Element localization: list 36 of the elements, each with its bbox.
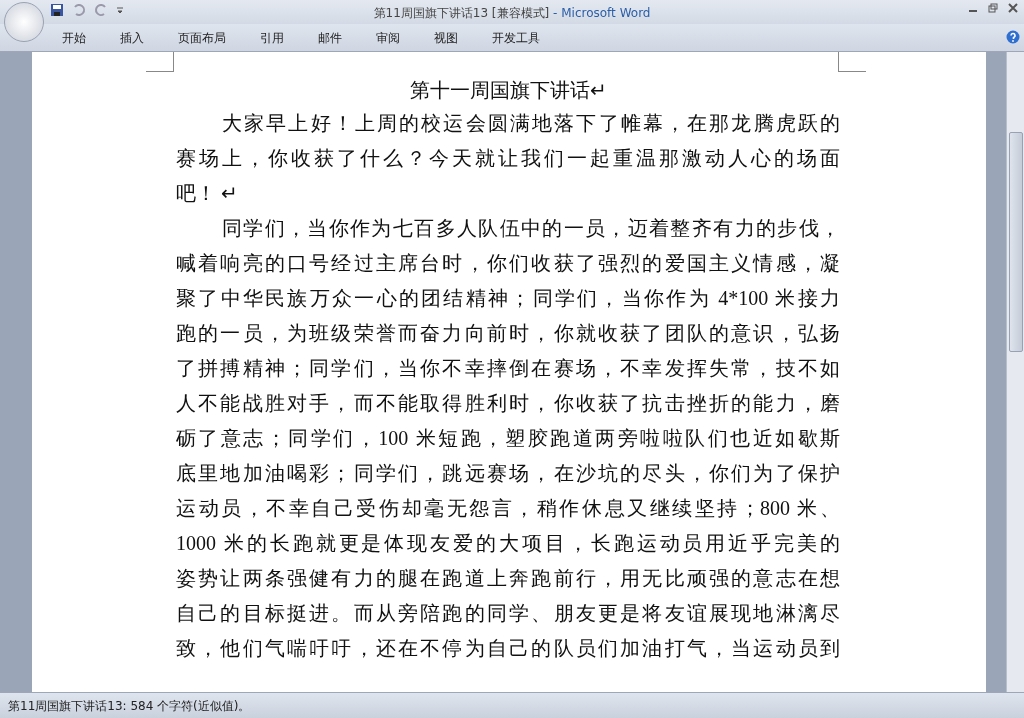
margin-mark xyxy=(146,52,174,72)
text-line: 人不能战胜对手，而不能取得胜利时，你收获了抗击挫折的能力，磨 xyxy=(176,391,840,416)
window-title: 第11周国旗下讲话13 [兼容模式] xyxy=(373,6,550,20)
save-icon[interactable] xyxy=(50,3,64,17)
ribbon-tab[interactable]: 页面布局 xyxy=(164,28,240,47)
text-line: 同学们，当你作为七百多人队伍中的一员，迈着整齐有力的步伐， xyxy=(221,216,840,241)
ribbon-tab[interactable]: 插入 xyxy=(106,28,158,47)
text-line: 自己的目标挺进。而从旁陪跑的同学、朋友更是将友谊展现地淋漓尽 xyxy=(176,601,840,626)
ribbon-tab[interactable]: 引用 xyxy=(246,28,298,47)
ribbon-tab[interactable]: 审阅 xyxy=(362,28,414,47)
margin-mark xyxy=(838,52,866,72)
text-line: 运动员，不幸自己受伤却毫无怨言，稍作休息又继续坚持；800 米、 xyxy=(176,496,840,521)
text-line: 致，他们气喘吁吁，还在不停为自己的队员们加油打气，当运动员到 xyxy=(176,636,840,661)
text-line: 姿势让两条强健有力的腿在跑道上奔跑前行，用无比顽强的意志在想 xyxy=(176,566,840,591)
customize-icon[interactable] xyxy=(116,6,124,14)
text-line: 大家早上好！上周的校运会圆满地落下了帷幕，在那龙腾虎跃的 xyxy=(221,111,840,136)
text-line: 砺了意志；同学们，100 米短跑，塑胶跑道两旁啦啦队们也近如歇斯 xyxy=(176,426,840,451)
vertical-scrollbar[interactable] xyxy=(1006,52,1024,692)
app-name: - Microsoft Word xyxy=(553,6,651,20)
help-icon[interactable] xyxy=(1006,30,1020,44)
text-line: 底里地加油喝彩；同学们，跳远赛场，在沙坑的尽头，你们为了保护 xyxy=(176,461,840,486)
text-line: 聚了中华民族万众一心的团结精神；同学们，当你作为 4*100 米接力 xyxy=(176,286,840,311)
text-line: 赛场上，你收获了什么？今天就让我们一起重温那激动人心的场面 xyxy=(176,146,840,171)
text-line: 喊着响亮的口号经过主席台时，你们收获了强烈的爱国主义情感，凝 xyxy=(176,251,840,276)
text-line: 吧！ ↵ xyxy=(176,181,239,206)
close-icon[interactable] xyxy=(1008,3,1018,13)
text-line: 了拼搏精神；同学们，当你不幸摔倒在赛场，不幸发挥失常，技不如 xyxy=(176,356,840,381)
ribbon-tab[interactable]: 开始 xyxy=(48,28,100,47)
ribbon-tab[interactable]: 邮件 xyxy=(304,28,356,47)
restore-icon[interactable] xyxy=(988,3,998,13)
ribbon-tab[interactable]: 视图 xyxy=(420,28,472,47)
text-line: 1000 米的长跑就更是体现友爱的大项目，长跑运动员用近乎完美的 xyxy=(176,531,840,556)
ribbon-tab[interactable]: 开发工具 xyxy=(478,28,554,47)
status-text: 第11周国旗下讲话13: 584 个字符(近似值)。 xyxy=(8,697,251,715)
text-line: 跑的一员，为班级荣誉而奋力向前时，你就收获了团队的意识，弘扬 xyxy=(176,321,840,346)
document-title: 第十一周国旗下讲话↵ xyxy=(409,79,607,101)
